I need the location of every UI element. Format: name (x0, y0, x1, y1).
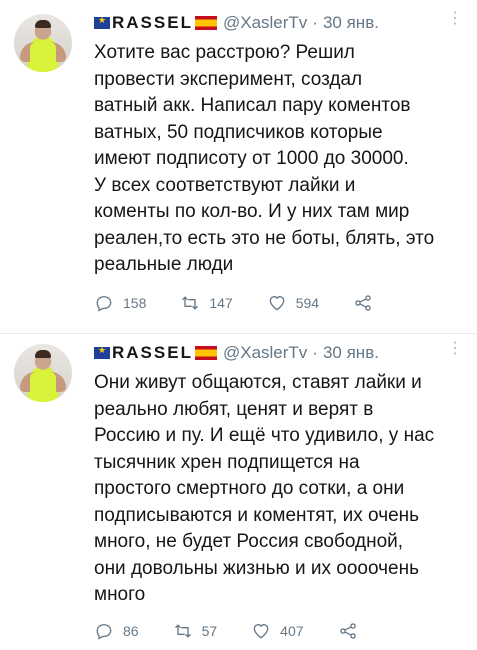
tweet-text: Хотите вас расстрою? Решил провести эксп… (94, 42, 435, 275)
retweet-icon (174, 624, 191, 638)
reply-count: 158 (123, 295, 147, 311)
reply-icon (96, 624, 112, 640)
share-icon (355, 295, 371, 311)
like-button[interactable]: 594 (267, 293, 319, 313)
tweet-date[interactable]: 30 янв. (323, 343, 379, 363)
author-handle[interactable]: @XaslerTv (223, 13, 307, 33)
reply-button[interactable]: 86 (94, 621, 139, 641)
share-icon (339, 623, 356, 639)
author-handle[interactable]: @XaslerTv (223, 343, 307, 363)
more-options-icon[interactable]: ⋮ (447, 341, 463, 357)
avatar-hair (35, 20, 51, 28)
heart-icon (253, 624, 269, 639)
avatar[interactable] (14, 14, 72, 72)
tweet-content: RASSEL @XaslerTv · 30 янв. ⋮ Они живут о… (94, 338, 463, 640)
tweet-header: RASSEL @XaslerTv · 30 янв. ⋮ (94, 8, 463, 38)
tweet[interactable]: RASSEL @XaslerTv · 30 янв. ⋮ Они живут о… (0, 338, 477, 650)
spain-flag-icon (194, 346, 217, 360)
author-name[interactable]: RASSEL (112, 13, 193, 33)
tweet-text: Они живут общаются, ставят лайки и реаль… (94, 372, 435, 605)
reply-button[interactable]: 158 (94, 293, 146, 313)
reply-icon (96, 296, 112, 312)
separator: · (312, 343, 318, 362)
avatar-shirt (30, 372, 56, 402)
reply-count: 86 (123, 623, 139, 639)
eu-flag-icon (94, 345, 110, 359)
avatar[interactable] (14, 344, 72, 402)
retweet-count: 147 (209, 295, 233, 311)
heart-icon (269, 296, 285, 311)
avatar-shirt (30, 42, 56, 72)
share-button[interactable] (338, 621, 358, 641)
like-count: 594 (295, 295, 320, 311)
tweet[interactable]: RASSEL @XaslerTv · 30 янв. ⋮ Хотите вас … (0, 0, 477, 330)
tweet-actions: 86 57 407 (94, 621, 392, 641)
retweet-count: 57 (201, 623, 218, 639)
tweet-content: RASSEL @XaslerTv · 30 янв. ⋮ Хотите вас … (94, 8, 463, 312)
spain-flag-icon (194, 16, 217, 30)
share-button[interactable] (353, 293, 373, 313)
eu-flag-icon (94, 15, 110, 29)
retweet-button[interactable]: 57 (173, 621, 218, 641)
author-name[interactable]: RASSEL (112, 343, 193, 363)
like-count: 407 (280, 623, 304, 639)
retweet-icon (182, 296, 199, 310)
avatar-hair (35, 350, 51, 358)
separator: · (312, 13, 318, 32)
tweet-actions: 158 147 594 (94, 293, 407, 313)
like-button[interactable]: 407 (251, 621, 304, 641)
more-options-icon[interactable]: ⋮ (447, 11, 463, 27)
retweet-button[interactable]: 147 (180, 293, 233, 313)
tweet-header: RASSEL @XaslerTv · 30 янв. ⋮ (94, 338, 463, 368)
tweet-divider (0, 333, 477, 334)
tweet-date[interactable]: 30 янв. (323, 13, 379, 33)
